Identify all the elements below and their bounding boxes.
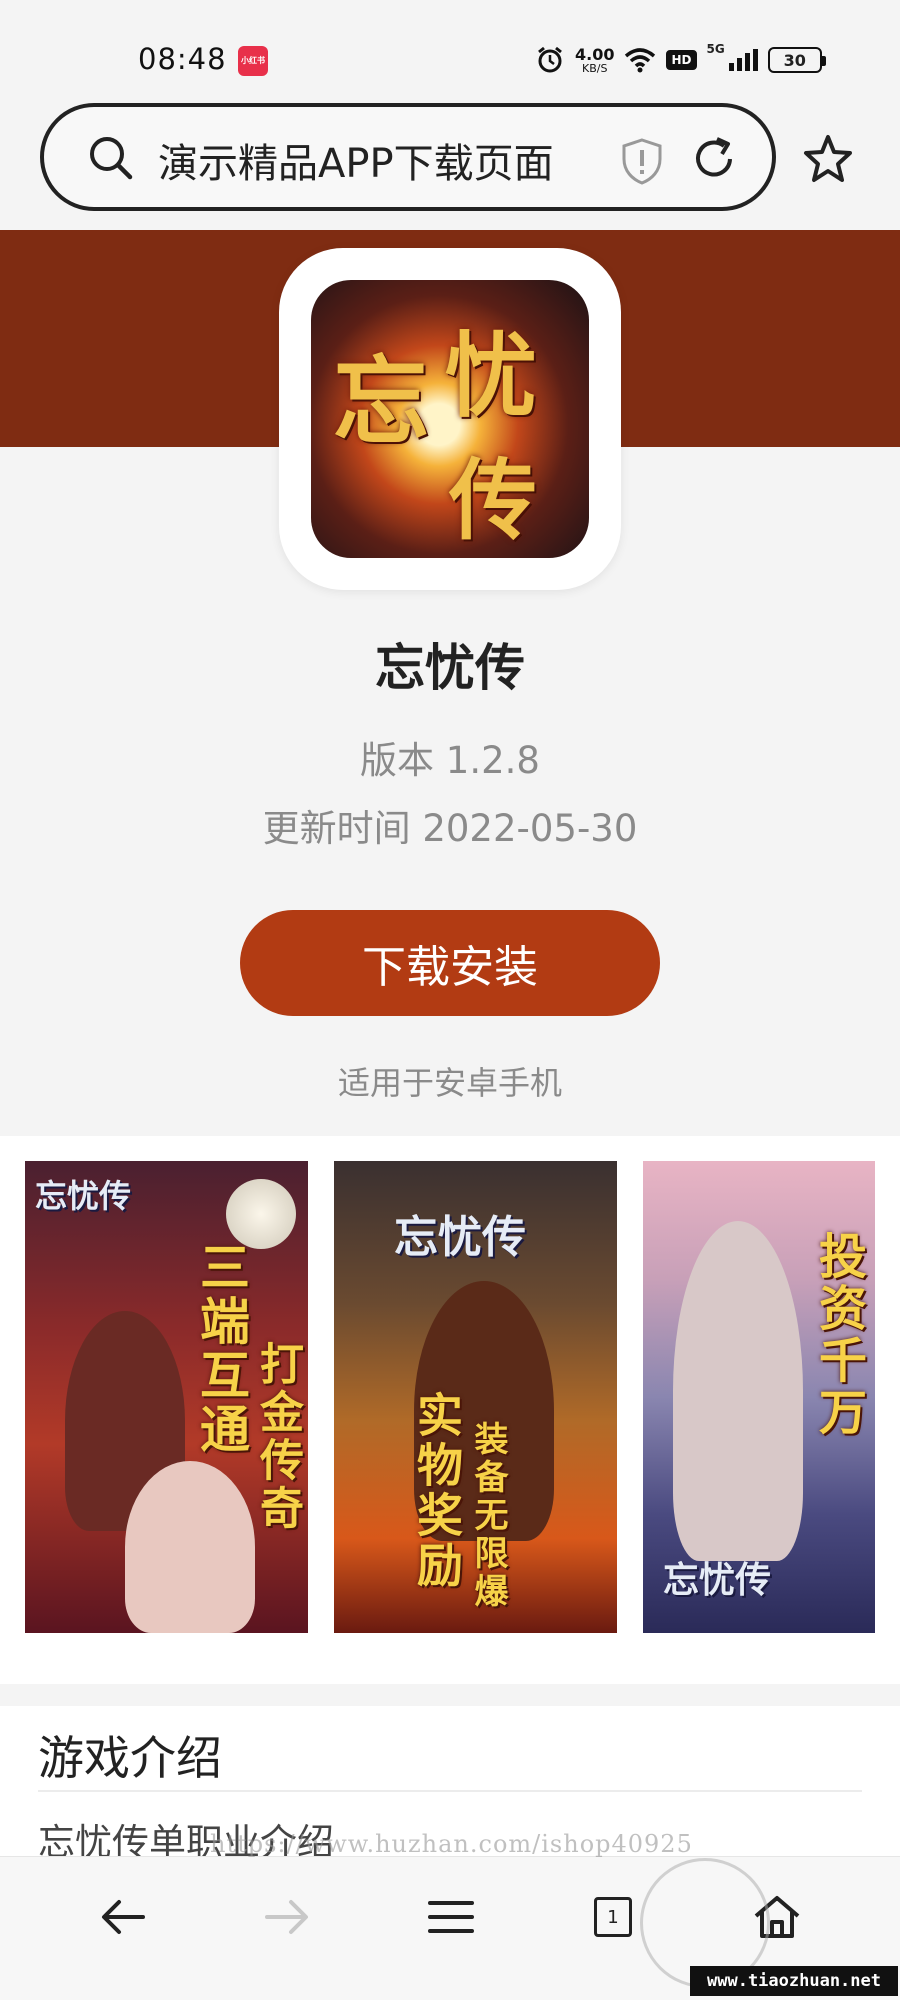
shield-icon[interactable] (620, 137, 664, 185)
character-figure (673, 1221, 803, 1561)
screenshot-logo: 忘忧传 (663, 1559, 772, 1601)
status-time: 08:48 (138, 42, 227, 76)
screenshot-slogan: 装备无限爆 (468, 1421, 508, 1611)
character-figure (125, 1461, 255, 1633)
reload-icon[interactable] (690, 135, 738, 183)
wifi-icon (625, 48, 656, 73)
app-icon-card: 忘 忧 传 (279, 248, 621, 590)
bookmark-star-icon[interactable] (802, 133, 854, 185)
signal-icon (728, 49, 758, 71)
search-icon (90, 137, 133, 180)
network-speed: 4.00 KB/S (575, 44, 615, 75)
menu-button[interactable] (416, 1887, 486, 1947)
app-icon-char-2: 忧 (445, 322, 538, 430)
moon-decoration (226, 1179, 296, 1249)
app-version: 版本 1.2.8 (360, 739, 540, 782)
app-icon: 忘 忧 传 (311, 280, 589, 558)
screenshot-1[interactable]: 忘忧传 三端互通 打金传奇 (25, 1161, 308, 1633)
divider (38, 1790, 862, 1792)
download-install-button[interactable]: 下载安装 (240, 910, 660, 1016)
app-update-date: 更新时间 2022-05-30 (262, 807, 638, 850)
app-icon-char-3: 传 (449, 448, 538, 552)
screenshot-slogan: 投资千万 (810, 1231, 866, 1439)
address-bar[interactable]: 演示精品APP下载页面 (40, 103, 776, 211)
back-button[interactable] (88, 1887, 158, 1947)
alarm-icon (538, 46, 562, 73)
tab-count: 1 (594, 1897, 632, 1937)
address-text[interactable]: 演示精品APP下载页面 (158, 131, 554, 189)
tabs-button[interactable]: 1 (578, 1887, 648, 1947)
app-icon-char-1: 忘 (333, 345, 429, 458)
battery-icon: 30 (767, 47, 826, 73)
status-bar: 08:48 小红书 4.00 KB/S HD 5G 30 (0, 0, 900, 100)
screenshot-logo: 忘忧传 (394, 1212, 526, 1263)
hd-badge: HD (666, 50, 697, 70)
screenshot-3[interactable]: 投资千万 忘忧传 (643, 1161, 875, 1633)
arrow-right-icon (265, 1900, 308, 1934)
arrow-left-icon (102, 1900, 145, 1934)
screenshot-2[interactable]: 忘忧传 实物奖励 装备无限爆 (334, 1161, 617, 1633)
watermark-url: https://www.huzhan.com/ishop40925 (210, 1830, 693, 1858)
screenshot-slogan: 打金传奇 (252, 1341, 303, 1533)
app-download-page: 08:48 小红书 4.00 KB/S HD 5G 30 演示精品APP下载页面… (0, 0, 900, 2000)
forward-button[interactable] (252, 1887, 322, 1947)
notification-app-icon: 小红书 (238, 46, 268, 76)
app-name: 忘忧传 (375, 639, 525, 697)
menu-icon (428, 1901, 474, 1933)
watermark-badge: www.tiaozhuan.net (690, 1966, 898, 1996)
screenshot-slogan: 实物奖励 (410, 1391, 464, 1591)
status-indicators: 4.00 KB/S HD 5G 30 (535, 40, 826, 80)
compatibility-note: 适用于安卓手机 (337, 1064, 562, 1102)
intro-title: 游戏介绍 (38, 1731, 222, 1785)
network-type: 5G (706, 42, 725, 56)
screenshot-logo: 忘忧传 (35, 1177, 132, 1215)
